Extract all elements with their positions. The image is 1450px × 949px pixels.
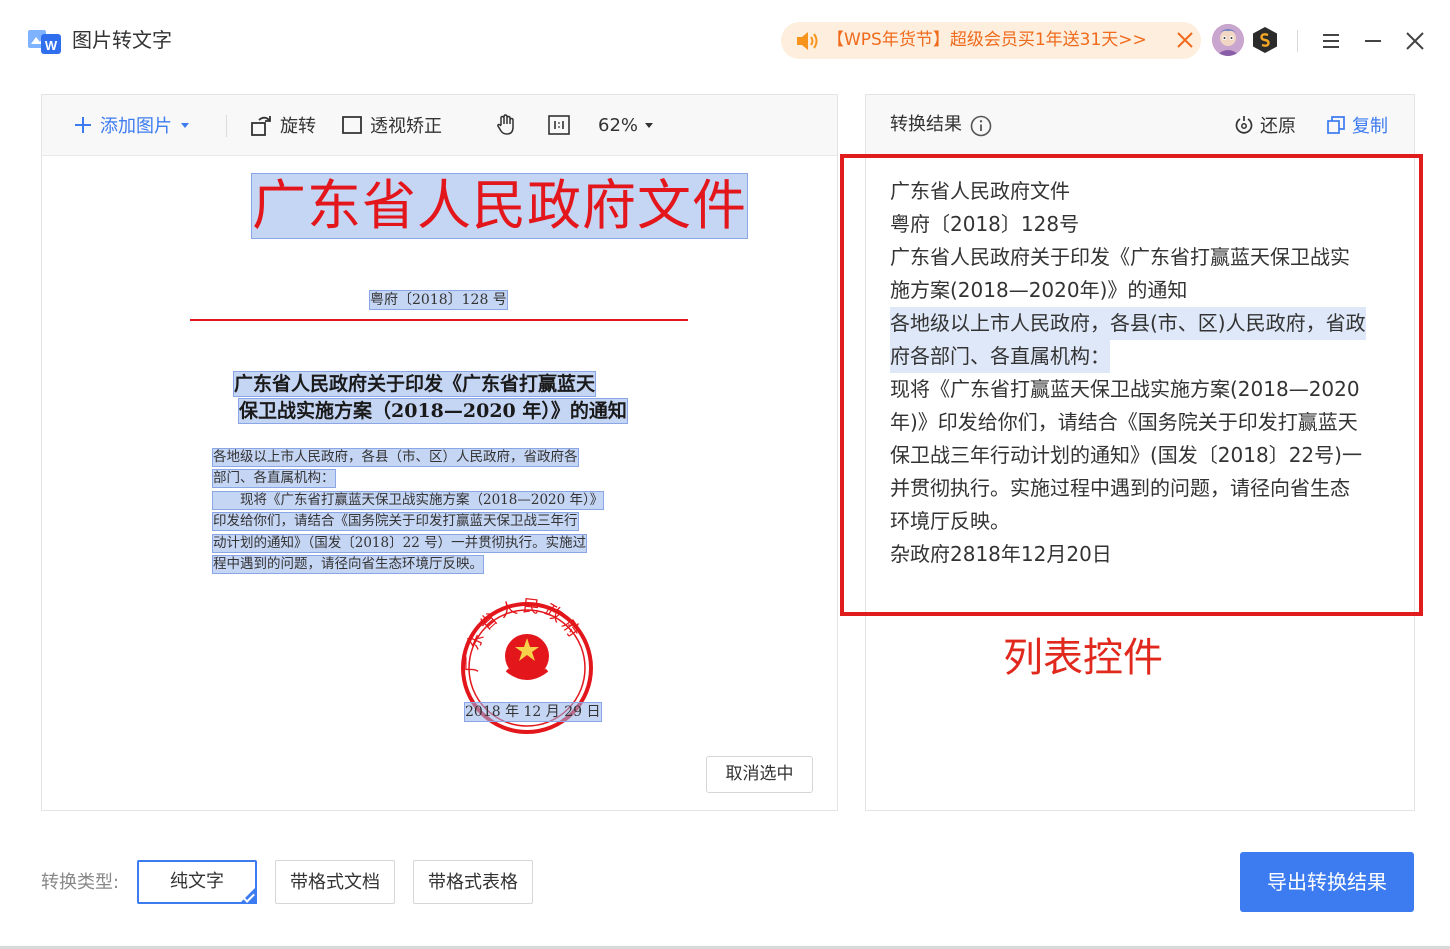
hand-icon [497, 114, 514, 135]
doc-number: 粤府〔2018〕128 号 [369, 290, 508, 310]
type-formatted-table-button[interactable]: 带格式表格 [413, 860, 533, 904]
caret-down-icon [181, 123, 189, 128]
menu-icon[interactable] [1320, 30, 1342, 52]
doc-date: 2018 年 12 月 29 日 [464, 702, 602, 722]
result-header: 转换结果 还原 复制 [866, 95, 1414, 155]
deselect-button[interactable]: 取消选中 [706, 756, 813, 793]
doc-body-line: 部门、各直属机构： [212, 469, 336, 488]
doc-body-line: 印发给你们，请结合《国务院关于印发打赢蓝天保卫战三年行 [212, 512, 579, 531]
rotate-button[interactable]: 旋转 [250, 95, 316, 155]
add-image-button[interactable]: 添加图片 [74, 95, 192, 155]
plus-icon [75, 117, 91, 133]
speaker-icon [795, 30, 821, 52]
image-preview-panel: 添加图片 旋转 透视矫正 62% 广东省人民政府文件 粤府〔2018〕128 号… [41, 94, 838, 811]
doc-body-line: 程中遇到的问题，请径向省生态环境厅反映。 [212, 555, 484, 574]
copy-icon [1327, 116, 1345, 134]
minimize-icon[interactable] [1363, 30, 1383, 52]
result-title: 转换结果 [890, 114, 962, 135]
avatar[interactable] [1212, 24, 1244, 56]
pan-button[interactable] [494, 95, 518, 155]
export-result-button[interactable]: 导出转换结果 [1240, 852, 1414, 912]
restore-icon [1235, 116, 1253, 134]
zoom-select[interactable]: 62% [598, 95, 656, 155]
image-toolbar: 添加图片 旋转 透视矫正 62% [42, 95, 837, 156]
rotate-icon [251, 116, 271, 136]
annotation-box [840, 154, 1423, 616]
copy-button[interactable]: 复制 [1326, 95, 1388, 155]
conversion-type-label: 转换类型: [41, 872, 120, 893]
vip-badge-icon[interactable] [1252, 26, 1278, 54]
document-image[interactable]: 广东省人民政府文件 粤府〔2018〕128 号 广东省人民政府关于印发《广东省打… [42, 156, 837, 810]
copy-label: 复制 [1352, 116, 1388, 137]
title-bar: W 图片转文字 【WPS年货节】超级会员买1年送31天>> [0, 0, 1450, 82]
type-plain-text-label: 纯文字 [170, 871, 224, 892]
restore-label: 还原 [1260, 116, 1296, 137]
promo-close-icon[interactable] [1175, 30, 1195, 50]
rotate-label: 旋转 [280, 116, 316, 137]
annotation-label: 列表控件 [1003, 635, 1163, 681]
type-formatted-doc-button[interactable]: 带格式文档 [275, 860, 395, 904]
doc-title: 广东省人民政府文件 [251, 173, 748, 239]
actual-size-icon [548, 115, 570, 135]
svg-text:W: W [45, 38, 58, 53]
promo-banner[interactable]: 【WPS年货节】超级会员买1年送31天>> [781, 22, 1201, 59]
titlebar-divider [1297, 30, 1298, 52]
doc-body-line: 现将《广东省打赢蓝天保卫战实施方案（2018—2020 年）》 [211, 491, 605, 510]
app-logo-icon: W [28, 24, 62, 56]
doc-heading-line: 广东省人民政府关于印发《广东省打赢蓝天 [232, 371, 597, 397]
perspective-label: 透视矫正 [370, 116, 442, 137]
doc-body-line: 动计划的通知》（国发〔2018〕22 号）一并贯彻执行。实施过 [211, 534, 588, 553]
close-icon[interactable] [1404, 30, 1426, 52]
doc-body-line: 各地级以上市人民政府，各县（市、区）人民政府，省政府各 [212, 448, 579, 467]
doc-red-divider [190, 319, 688, 321]
add-image-label: 添加图片 [100, 116, 172, 137]
actual-size-button[interactable] [547, 95, 571, 155]
promo-text: 【WPS年货节】超级会员买1年送31天>> [827, 30, 1147, 50]
perspective-icon [342, 116, 362, 134]
toolbar-divider [226, 115, 227, 137]
info-icon[interactable] [970, 115, 992, 137]
caret-down-icon [645, 123, 654, 128]
type-plain-text-button[interactable]: 纯文字 [137, 860, 257, 904]
app-title: 图片转文字 [72, 28, 172, 52]
restore-button[interactable]: 还原 [1234, 95, 1296, 155]
zoom-value: 62% [598, 114, 639, 136]
doc-heading-line: 保卫战实施方案（2018—2020 年）》的通知 [238, 398, 628, 424]
perspective-correction-button[interactable]: 透视矫正 [340, 95, 442, 155]
